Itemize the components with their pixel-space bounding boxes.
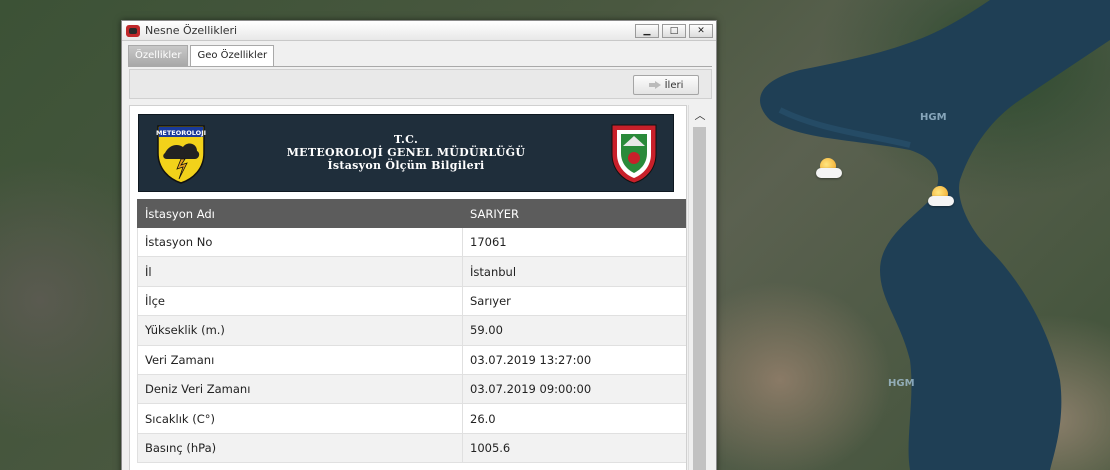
table-cell-value: SARIYER bbox=[462, 199, 686, 228]
next-button[interactable]: İleri bbox=[633, 75, 699, 95]
table-cell-key: Veri Zamanı bbox=[137, 344, 463, 375]
scrollbar-thumb[interactable] bbox=[693, 127, 706, 470]
table-row: İl İstanbul bbox=[137, 256, 686, 287]
bosphorus-water bbox=[760, 0, 1110, 470]
tab-strip: Özellikler Geo Özellikler bbox=[128, 45, 276, 67]
table-cell-value: 03.07.2019 09:00:00 bbox=[462, 373, 686, 405]
partly-cloudy-icon[interactable] bbox=[816, 158, 842, 180]
table-row: Veri Zamanı 03.07.2019 13:27:00 bbox=[137, 344, 686, 375]
window-titlebar[interactable]: Nesne Özellikleri ▁ □ ✕ bbox=[122, 21, 716, 41]
table-cell-key: Basınç (hPa) bbox=[137, 432, 463, 464]
table-cell-key: Deniz Veri Zamanı bbox=[137, 373, 463, 405]
tab-properties[interactable]: Özellikler bbox=[128, 45, 189, 66]
table-cell-key: İl bbox=[137, 256, 463, 287]
table-header-row: İstasyon Adı SARIYER bbox=[137, 199, 686, 228]
tab-divider bbox=[128, 66, 712, 67]
station-data-table: İstasyon Adı SARIYER İstasyon No 17061 İ… bbox=[137, 199, 686, 464]
table-cell-value: İstanbul bbox=[462, 256, 686, 287]
table-cell-key: Yükseklik (m.) bbox=[137, 315, 463, 346]
table-cell-value: 26.0 bbox=[462, 403, 686, 434]
banner-title: T.C. METEOROLOJİ GENEL MÜDÜRLÜĞÜ İstasyo… bbox=[139, 133, 673, 172]
app-icon bbox=[126, 24, 140, 37]
table-cell-key: İlçe bbox=[137, 285, 463, 317]
table-cell-value: 1005.6 bbox=[462, 432, 686, 464]
close-button[interactable]: ✕ bbox=[689, 23, 713, 38]
table-row: Basınç (hPa) 1005.6 bbox=[137, 432, 686, 464]
table-cell-key: İstasyon No bbox=[137, 226, 463, 258]
table-cell-value: Sarıyer bbox=[462, 285, 686, 317]
object-properties-window: Nesne Özellikleri ▁ □ ✕ Özellikler Geo Ö… bbox=[121, 20, 717, 470]
table-row: Yükseklik (m.) 59.00 bbox=[137, 315, 686, 346]
tab-geo-properties[interactable]: Geo Özellikler bbox=[190, 45, 275, 66]
banner-line-1: T.C. bbox=[393, 133, 419, 146]
minimize-button[interactable]: ▁ bbox=[635, 23, 659, 38]
table-cell-key: Sıcaklık (C°) bbox=[137, 403, 463, 434]
table-cell-value: 03.07.2019 13:27:00 bbox=[462, 344, 686, 375]
arrow-right-icon bbox=[648, 81, 661, 89]
scroll-up-icon[interactable]: ︿ bbox=[693, 109, 707, 123]
table-cell-key: İstasyon Adı bbox=[137, 199, 463, 228]
table-row: İlçe Sarıyer bbox=[137, 285, 686, 317]
toolbar: İleri bbox=[129, 69, 712, 99]
map-label: HGM bbox=[920, 112, 947, 123]
table-cell-value: 59.00 bbox=[462, 315, 686, 346]
banner-line-2: METEOROLOJİ GENEL MÜDÜRLÜĞÜ bbox=[286, 146, 526, 159]
next-button-label: İleri bbox=[664, 79, 684, 91]
map-label: HGM bbox=[888, 378, 915, 389]
table-row: Deniz Veri Zamanı 03.07.2019 09:00:00 bbox=[137, 373, 686, 405]
partly-cloudy-icon[interactable] bbox=[928, 186, 954, 208]
table-cell-value: 17061 bbox=[462, 226, 686, 258]
vertical-scrollbar[interactable]: ︿ bbox=[688, 105, 712, 470]
window-title: Nesne Özellikleri bbox=[145, 24, 238, 37]
properties-content[interactable]: METEOROLOJI T.C. METEOROLOJİ GENEL MÜDÜR… bbox=[129, 105, 687, 470]
maximize-button[interactable]: □ bbox=[662, 23, 686, 38]
table-row: Sıcaklık (C°) 26.0 bbox=[137, 403, 686, 434]
government-seal-icon bbox=[611, 124, 657, 184]
table-row: İstasyon No 17061 bbox=[137, 226, 686, 258]
mgm-banner: METEOROLOJI T.C. METEOROLOJİ GENEL MÜDÜR… bbox=[138, 114, 674, 192]
banner-line-3: İstasyon Ölçüm Bilgileri bbox=[327, 159, 485, 172]
